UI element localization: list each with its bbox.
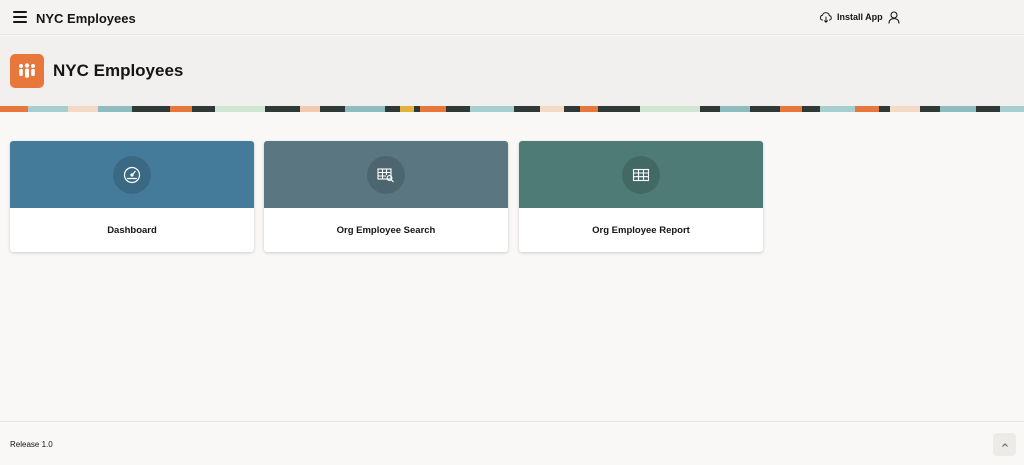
card-header [10, 141, 254, 208]
card-header [264, 141, 508, 208]
hamburger-menu-icon[interactable] [13, 11, 27, 23]
top-navigation-bar: NYC Employees Install App [0, 0, 1024, 35]
decorative-banner-strip [0, 106, 1024, 112]
release-text: Release 1.0 [10, 440, 53, 449]
scroll-to-top-button[interactable] [993, 433, 1016, 456]
chevron-up-icon [1001, 442, 1008, 447]
card-label: Dashboard [107, 224, 157, 236]
people-icon [10, 54, 44, 88]
hero-region: NYC Employees [0, 36, 1024, 112]
card-label: Org Employee Report [592, 224, 690, 236]
install-app-label: Install App [837, 12, 883, 22]
cloud-download-icon [819, 12, 832, 23]
table-search-icon [377, 167, 394, 182]
card-org-employee-report[interactable]: Org Employee Report [519, 141, 763, 252]
card-icon-circle [622, 155, 660, 194]
footer: Release 1.0 [0, 421, 1024, 465]
card-dashboard[interactable]: Dashboard [10, 141, 254, 252]
card-icon-circle [367, 155, 405, 194]
app-title[interactable]: NYC Employees [36, 11, 136, 26]
card-org-employee-search[interactable]: Org Employee Search [264, 141, 508, 252]
card-icon-circle [113, 155, 151, 194]
page-title: NYC Employees [53, 61, 184, 80]
card-label: Org Employee Search [336, 224, 436, 236]
install-app-button[interactable]: Install App [819, 10, 883, 24]
user-icon[interactable] [888, 11, 900, 24]
card-header [519, 141, 763, 208]
gauge-icon [123, 166, 141, 183]
table-icon [632, 168, 650, 181]
